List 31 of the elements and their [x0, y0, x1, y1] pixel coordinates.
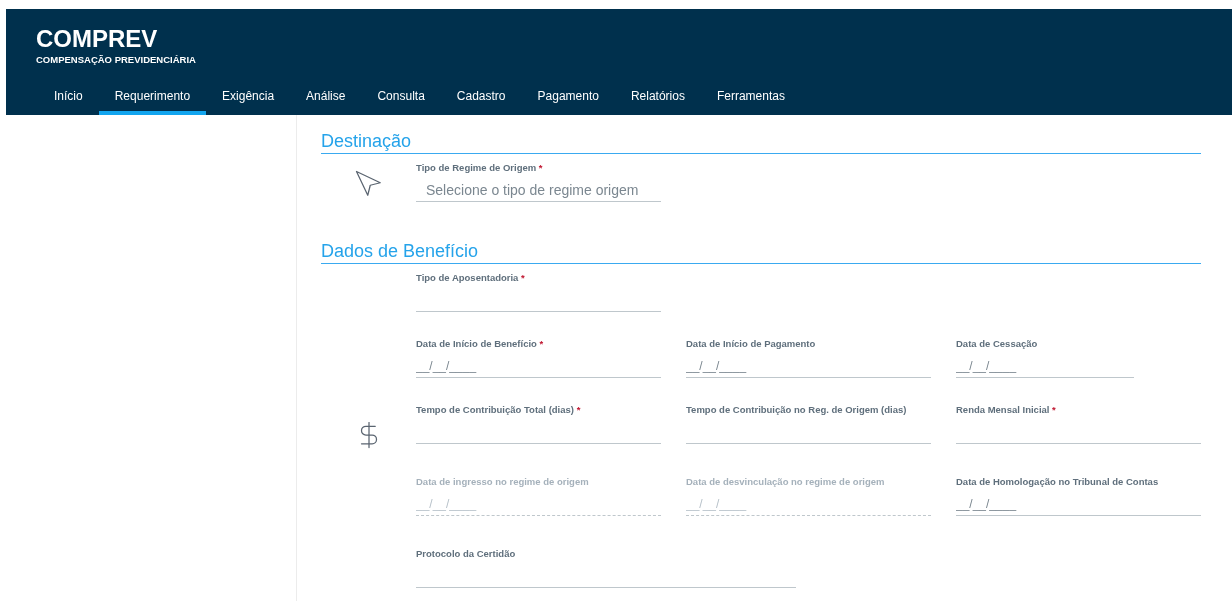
nav-tab[interactable]: Relatórios — [614, 89, 701, 115]
field-label: Tempo de Contribuição Total (dias) * — [416, 404, 582, 415]
field-label: Data de Início de Pagamento — [686, 338, 817, 349]
nav-tab[interactable]: Ferramentas — [700, 89, 801, 115]
nav-tab[interactable]: Cadastro — [440, 89, 522, 115]
field-label: Renda Mensal Inicial * — [956, 404, 1057, 415]
field-label: Tipo de Regime de Origem * — [416, 162, 544, 173]
field-label: Data de Homologação no Tribunal de Contas — [956, 476, 1160, 487]
nav-tab[interactable]: Pagamento — [521, 89, 615, 115]
select-field[interactable]: Selecione o tipo de regime origem — [416, 179, 661, 202]
field-label: Tempo de Contribuição no Reg. de Origem (dias) — [686, 404, 908, 415]
app-subtitle: COMPENSAÇÃO PREVIDENCIÁRIA — [36, 54, 197, 65]
app-title: COMPREV — [36, 26, 159, 52]
nav-tab[interactable]: Início — [38, 89, 99, 115]
nav-tab[interactable]: Requerimento — [98, 89, 207, 115]
section-title: Destinação — [321, 131, 1201, 154]
field-label: Tipo de Aposentadoria * — [416, 272, 526, 283]
field-label: Data de Início de Benefício * — [416, 338, 545, 349]
field-label: Protocolo da Certidão — [416, 548, 517, 559]
field-label: Data de ingresso no regime de origem — [416, 476, 590, 487]
nav-tab[interactable]: Análise — [290, 89, 362, 115]
date-field[interactable]: __/__/____ — [686, 355, 931, 378]
nav-tab[interactable]: Consulta — [361, 89, 441, 115]
date-field[interactable]: __/__/____ — [956, 355, 1134, 378]
navigation-icon — [353, 169, 384, 199]
nav-tab[interactable]: Exigência — [206, 89, 291, 115]
section-title: Dados de Benefício — [321, 241, 1201, 264]
date-field[interactable]: __/__/____ — [956, 493, 1201, 516]
field-label: Data de Cessação — [956, 338, 1039, 349]
date-field[interactable]: __/__/____ — [416, 355, 661, 378]
field-label: Data de desvinculação no regime de origem — [686, 476, 886, 487]
